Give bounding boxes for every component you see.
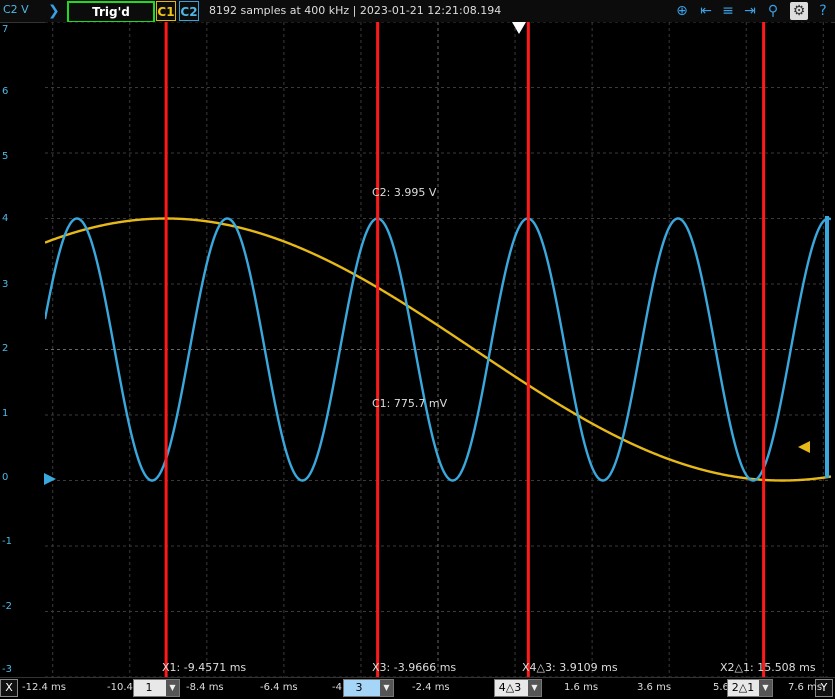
c1-value-readout: C1: 775.7 mV [372, 397, 448, 410]
align-right-icon[interactable]: ⇥ [741, 2, 759, 20]
cursor-x2-readout: X2△1: 15.508 ms [720, 661, 816, 674]
y-tick-0: 0 [2, 472, 9, 483]
zoom-in-icon[interactable]: ⊕ [673, 2, 691, 20]
x-tick-label: -2.4 ms [412, 682, 450, 693]
zoom-icon[interactable]: ⚲ [764, 2, 782, 20]
cursor-2-delta-1-selector[interactable]: 2△1 ▼ [727, 679, 773, 697]
x-axis-button[interactable]: X [0, 679, 18, 697]
c2-ground-marker-icon[interactable] [44, 473, 58, 485]
cursor-3-selector-value: 3 [355, 681, 363, 694]
chevron-down-icon[interactable]: ▼ [528, 680, 541, 696]
y-tick-1: 1 [2, 408, 9, 419]
x-tick-label: -4 [332, 682, 342, 693]
y-tick-3: 3 [2, 279, 9, 290]
x-tick-label: -6.4 ms [260, 682, 298, 693]
acquisition-info: 8192 samples at 400 kHz | 2023-01-21 12:… [209, 4, 502, 17]
cursor-3-selector[interactable]: 3 ▼ [343, 679, 394, 697]
channel-2-button[interactable]: C2 [179, 1, 199, 21]
trigger-position-marker-icon[interactable] [512, 22, 526, 34]
x-tick-label: 1.6 ms [564, 682, 599, 693]
x-tick-label: 3.6 ms [637, 682, 672, 693]
cursor-1-selector-value: 1 [145, 681, 153, 694]
cursor-2-delta-1-selector-value: 2△1 [731, 681, 755, 694]
cursor-1-selector[interactable]: 1 ▼ [133, 679, 180, 697]
channel-axis-label[interactable]: C2 V [3, 3, 29, 16]
grid [45, 22, 831, 677]
y-tick-2: 2 [2, 343, 9, 354]
c2-value-readout: C2: 3.995 V [372, 186, 437, 199]
scope-plot-area[interactable] [45, 22, 831, 677]
cursor-x1-readout: X1: -9.4571 ms [162, 661, 247, 674]
chevron-down-icon[interactable]: ▼ [166, 680, 179, 696]
channel-1-button[interactable]: C1 [156, 1, 176, 21]
expand-arrow-icon[interactable]: ❯ [48, 2, 62, 20]
x-tick-label: 7.6 ms [788, 682, 823, 693]
align-center-icon[interactable]: ≡ [719, 2, 737, 20]
y-tick-neg3: -3 [2, 664, 12, 675]
y-tick-7: 7 [2, 24, 9, 35]
y-tick-6: 6 [2, 86, 9, 97]
x-tick-label: -10.4 [107, 682, 133, 693]
help-icon[interactable]: ? [814, 2, 832, 20]
y-tick-neg1: -1 [2, 536, 12, 547]
x-tick-label: -8.4 ms [186, 682, 224, 693]
y-tick-5: 5 [2, 151, 9, 162]
toolbar: C2 V ❯ Trig'd C1 C2 8192 samples at 400 … [0, 0, 835, 23]
trigger-status-button[interactable]: Trig'd [67, 1, 155, 23]
c2-scroll-bar[interactable] [825, 216, 829, 478]
y-tick-neg2: -2 [2, 601, 12, 612]
cursor-4-delta-3-selector[interactable]: 4△3 ▼ [494, 679, 542, 697]
y-tick-4: 4 [2, 213, 9, 224]
cursor-x4-readout: X4△3: 3.9109 ms [522, 661, 618, 674]
align-left-icon[interactable]: ⇤ [697, 2, 715, 20]
x-tick-label: -12.4 ms [22, 682, 67, 693]
cursor-4-delta-3-selector-value: 4△3 [498, 681, 522, 694]
chevron-down-icon[interactable]: ▼ [380, 680, 393, 696]
cursor-x3-readout: X3: -3.9666 ms [372, 661, 457, 674]
chevron-down-icon[interactable]: ▼ [759, 680, 772, 696]
c1-level-marker-icon[interactable] [798, 441, 812, 453]
settings-gear-icon[interactable]: ⚙ [790, 2, 808, 20]
